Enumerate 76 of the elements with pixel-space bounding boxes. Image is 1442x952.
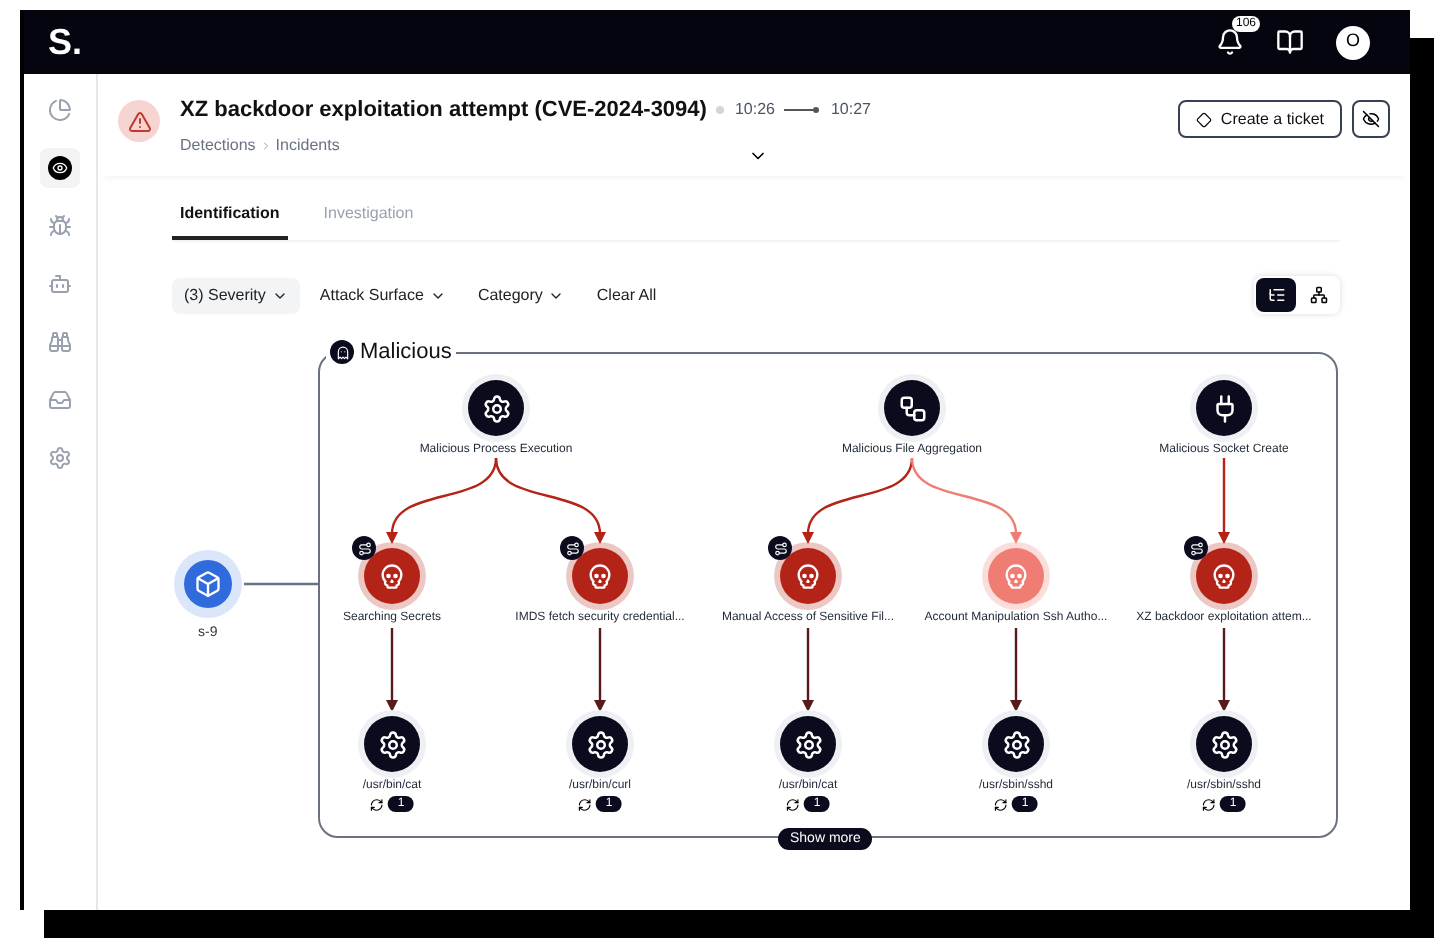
edge-arrow [802, 628, 814, 712]
refresh-icon [577, 797, 592, 811]
edge-arrow [386, 628, 398, 712]
graph-view-button[interactable] [1256, 278, 1296, 312]
skull-icon [378, 562, 406, 590]
pie-chart-icon [48, 98, 72, 122]
diamond-icon [1196, 111, 1213, 127]
process-node[interactable] [572, 716, 628, 772]
inbox-icon [48, 388, 72, 412]
detection-node[interactable] [1196, 548, 1252, 604]
filter-dropdown[interactable]: Category [465, 277, 577, 313]
gear-icon [377, 729, 407, 759]
edge-arrow [1218, 628, 1230, 712]
hide-button[interactable] [1352, 100, 1390, 138]
notifications-button[interactable] [1216, 28, 1244, 56]
book-icon[interactable] [1276, 28, 1304, 56]
gear-icon [585, 729, 615, 759]
flowchart-icon [897, 393, 927, 423]
category-node[interactable] [468, 380, 524, 436]
category-node[interactable] [1196, 380, 1252, 436]
settings-icon [48, 446, 72, 470]
edge-arrow [494, 457, 606, 544]
refresh-icon [369, 797, 384, 811]
create-ticket-button[interactable]: Create a ticket [1178, 100, 1342, 138]
detection-node[interactable] [364, 548, 420, 604]
hierarchy-icon [1309, 286, 1327, 304]
eye-icon [48, 156, 72, 180]
warning-icon [118, 100, 160, 142]
binoculars-icon [48, 330, 72, 354]
edge-arrow [1218, 458, 1230, 544]
gear-icon [793, 729, 823, 759]
detection-node[interactable] [572, 548, 628, 604]
robot-icon [48, 272, 72, 296]
connector-line [244, 582, 318, 586]
skull-icon [794, 562, 822, 590]
edge-arrow [1010, 628, 1022, 712]
category-node[interactable] [884, 380, 940, 436]
bug-icon [48, 214, 72, 238]
skull-icon [1210, 562, 1238, 590]
avatar[interactable]: O [1336, 25, 1370, 59]
incident-title: XZ backdoor exploitation attempt (CVE-2024-3094) [180, 96, 707, 126]
gear-icon [481, 393, 511, 423]
refresh-icon [993, 797, 1008, 811]
group-label: Malicious [360, 338, 452, 368]
process-node[interactable] [988, 716, 1044, 772]
gear-icon [1001, 729, 1031, 759]
edge-arrow [910, 457, 1022, 544]
skull-icon [586, 562, 614, 590]
skull-icon [1002, 562, 1030, 590]
process-node[interactable] [364, 716, 420, 772]
chevron-icon [259, 139, 272, 151]
process-node[interactable] [1196, 716, 1252, 772]
edge-arrow [802, 457, 914, 544]
arrow-icon [784, 106, 821, 115]
list-tree-icon [1267, 286, 1285, 304]
breadcrumb-link[interactable]: Incidents [275, 133, 340, 157]
clear-all-link[interactable]: Clear All [584, 277, 669, 313]
start-time: 10:26 [734, 98, 775, 123]
end-time: 10:27 [830, 98, 872, 123]
cube-icon [184, 560, 232, 608]
filter-dropdown[interactable]: (3) Severity [172, 277, 300, 313]
detection-node[interactable] [988, 548, 1044, 604]
edge-arrow [594, 628, 606, 712]
source-node[interactable] [174, 550, 242, 618]
edge-arrow [386, 457, 498, 544]
eye-off-icon [1362, 110, 1380, 128]
filter-dropdown[interactable]: Attack Surface [307, 277, 458, 313]
refresh-icon [785, 797, 800, 811]
gear-icon [1209, 729, 1239, 759]
refresh-icon [1201, 797, 1216, 811]
tab[interactable]: Identification [172, 192, 288, 240]
logo[interactable]: S. [48, 15, 83, 69]
sidebar-item[interactable] [40, 148, 80, 188]
detection-node[interactable] [780, 548, 836, 604]
breadcrumb-link[interactable]: Detections [180, 133, 256, 157]
process-node[interactable] [780, 716, 836, 772]
